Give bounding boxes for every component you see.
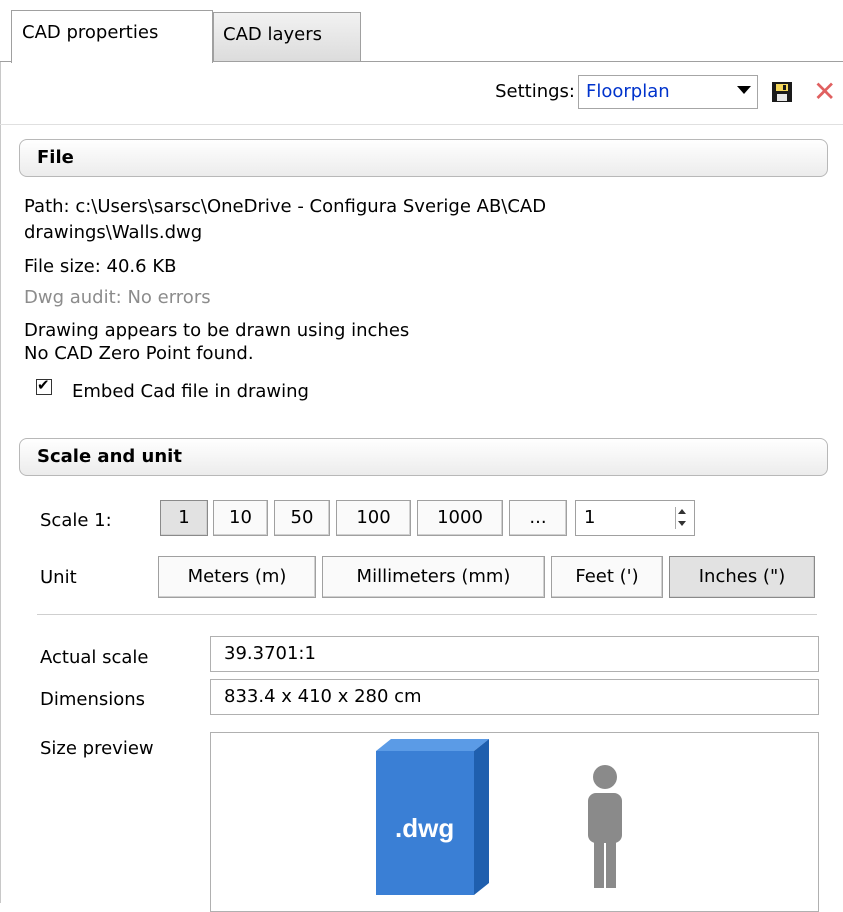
units-note: Drawing appears to be drawn using inches <box>24 320 410 341</box>
settings-toolbar: Settings: Floorplan ✕ <box>0 62 843 125</box>
embed-cad-checkbox[interactable] <box>36 376 52 395</box>
actual-scale-field: 39.3701:1 <box>210 636 819 672</box>
stepper-down-icon[interactable] <box>678 521 686 526</box>
tab-cad-properties[interactable]: CAD properties <box>11 10 213 63</box>
dimensions-label: Dimensions <box>40 689 146 710</box>
file-path-line-2: drawings\Walls.dwg <box>24 222 203 243</box>
stepper-arrows-icon[interactable] <box>675 507 688 529</box>
scale-button-more[interactable]: ... <box>509 500 567 536</box>
unit-button-feet[interactable]: Feet (') <box>551 556 663 598</box>
person-icon <box>588 765 622 888</box>
file-section-header[interactable]: File <box>19 139 828 177</box>
embed-cad-label[interactable]: Embed Cad file in drawing <box>72 381 309 402</box>
tab-cad-layers[interactable]: CAD layers <box>213 12 361 62</box>
size-preview-label: Size preview <box>40 738 154 759</box>
save-icon[interactable] <box>771 81 793 103</box>
unit-button-millimeters[interactable]: Millimeters (mm) <box>322 556 545 598</box>
scale-stepper-value: 1 <box>584 507 596 528</box>
size-preview-box: .dwg <box>210 732 819 912</box>
size-preview-graphic: .dwg <box>376 739 622 895</box>
scale-button-10[interactable]: 10 <box>213 500 268 536</box>
chevron-down-icon[interactable] <box>737 86 751 94</box>
dwg-audit: Dwg audit: No errors <box>24 287 211 308</box>
dwg-cube-label: .dwg <box>395 813 454 843</box>
unit-button-meters[interactable]: Meters (m) <box>158 556 316 598</box>
settings-label: Settings: <box>495 81 575 102</box>
unit-label: Unit <box>40 567 77 588</box>
scale-stepper[interactable]: 1 <box>575 500 695 536</box>
settings-dropdown-value: Floorplan <box>586 81 670 102</box>
file-path-line-1: Path: c:\Users\sarsc\OneDrive - Configur… <box>24 196 547 217</box>
actual-scale-label: Actual scale <box>40 647 149 668</box>
scale-button-100[interactable]: 100 <box>336 500 411 536</box>
tab-bar: CAD properties CAD layers <box>0 0 843 63</box>
scale-button-50[interactable]: 50 <box>274 500 330 536</box>
close-icon[interactable]: ✕ <box>813 78 836 106</box>
dimensions-field: 833.4 x 410 x 280 cm <box>210 679 819 715</box>
stepper-up-icon[interactable] <box>678 509 686 514</box>
file-size: File size: 40.6 KB <box>24 256 177 277</box>
panel-left-border <box>0 62 1 903</box>
zero-point-note: No CAD Zero Point found. <box>24 343 254 364</box>
scale-button-1000[interactable]: 1000 <box>417 500 503 536</box>
scale-label: Scale 1: <box>40 510 112 531</box>
settings-dropdown[interactable]: Floorplan <box>578 75 758 109</box>
section-divider <box>37 614 817 615</box>
scale-section-header[interactable]: Scale and unit <box>19 438 828 476</box>
scale-button-1[interactable]: 1 <box>160 500 208 536</box>
unit-button-inches[interactable]: Inches (") <box>669 556 815 598</box>
